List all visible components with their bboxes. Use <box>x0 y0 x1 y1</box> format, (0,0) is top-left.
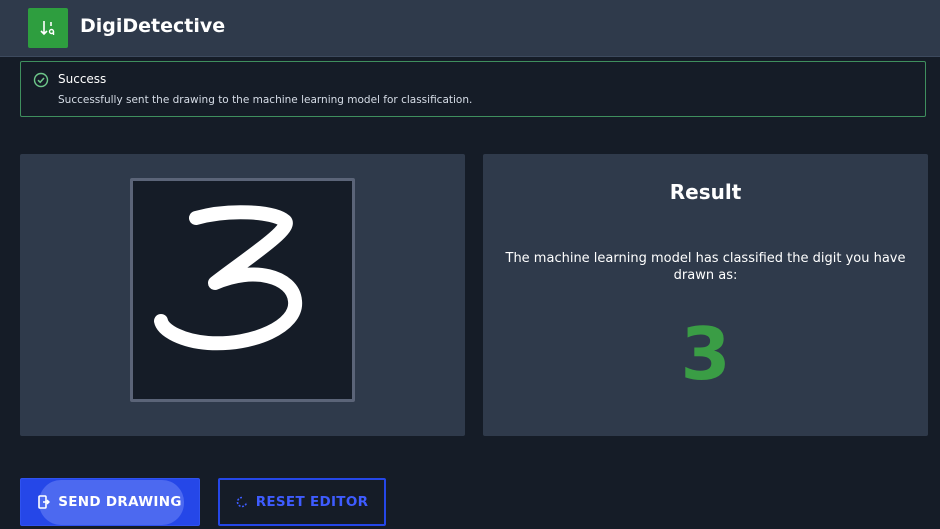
refresh-icon <box>236 496 247 508</box>
drawn-digit-stroke <box>154 205 302 351</box>
app-title: DigiDetective <box>80 15 226 37</box>
check-circle-icon <box>33 72 49 88</box>
app-header: DigiDetective <box>0 0 940 57</box>
sort-digits-icon <box>40 21 55 36</box>
drawing-canvas[interactable] <box>130 178 355 402</box>
send-drawing-button[interactable]: SEND DRAWING <box>20 478 200 526</box>
send-drawing-label: SEND DRAWING <box>58 494 182 510</box>
alert-title: Success <box>58 72 107 86</box>
app-logo[interactable] <box>28 8 68 48</box>
classified-digit: 3 <box>680 312 731 396</box>
result-panel: Result The machine learning model has cl… <box>483 154 928 436</box>
result-title: Result <box>669 180 742 204</box>
success-alert: Success Successfully sent the drawing to… <box>20 61 926 117</box>
send-icon <box>38 495 51 509</box>
reset-editor-label: RESET EDITOR <box>255 494 369 510</box>
reset-editor-button[interactable]: RESET EDITOR <box>218 478 386 526</box>
drawing-panel <box>20 154 465 436</box>
alert-message: Successfully sent the drawing to the mac… <box>58 94 473 106</box>
result-description: The machine learning model has classifie… <box>505 251 906 283</box>
